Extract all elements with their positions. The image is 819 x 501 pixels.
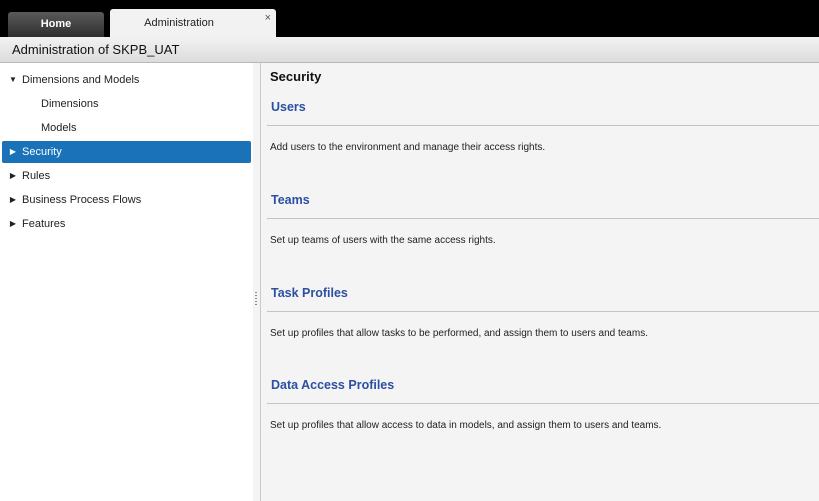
divider	[267, 218, 819, 219]
sidebar-item-label: Features	[22, 218, 66, 230]
divider	[267, 311, 819, 312]
divider	[267, 403, 819, 404]
tab-administration[interactable]: Administration ×	[110, 9, 276, 37]
sidebar-item-dimensions[interactable]: Dimensions	[2, 93, 251, 115]
collapsed-arrow-icon[interactable]: ▶	[8, 213, 18, 235]
users-description: Add users to the environment and manage …	[270, 142, 546, 153]
close-icon[interactable]: ×	[265, 10, 271, 26]
teams-link[interactable]: Teams	[271, 193, 310, 207]
sidebar-item-label: Rules	[22, 170, 51, 182]
sidebar-item-label: Dimensions and Models	[22, 74, 140, 86]
collapsed-arrow-icon[interactable]: ▶	[8, 141, 18, 163]
sidebar-item-label: Models	[41, 122, 77, 134]
page-header-title: Administration of SKPB_UAT	[12, 42, 180, 57]
sidebar: ▼ Dimensions and Models Dimensions Model…	[0, 63, 254, 501]
sidebar-item-label: Dimensions	[41, 98, 99, 110]
collapsed-arrow-icon[interactable]: ▶	[8, 165, 18, 187]
sidebar-item-models[interactable]: Models	[2, 117, 251, 139]
grip-icon[interactable]	[255, 292, 257, 306]
data-access-profiles-description: Set up profiles that allow access to dat…	[270, 420, 662, 431]
users-link[interactable]: Users	[271, 100, 306, 114]
panel-splitter[interactable]	[253, 63, 261, 501]
page-title: Security	[270, 69, 322, 84]
sidebar-item-rules[interactable]: ▶ Rules	[2, 165, 251, 187]
tab-home[interactable]: Home	[8, 12, 104, 37]
data-access-profiles-link[interactable]: Data Access Profiles	[271, 378, 394, 392]
divider	[267, 125, 819, 126]
top-tab-bar: Home Administration ×	[0, 0, 819, 37]
task-profiles-link[interactable]: Task Profiles	[271, 286, 348, 300]
sidebar-item-business-process-flows[interactable]: ▶ Business Process Flows	[2, 189, 251, 211]
sidebar-item-security[interactable]: ▶ Security	[2, 141, 251, 163]
sidebar-item-label: Security	[22, 146, 62, 158]
task-profiles-description: Set up profiles that allow tasks to be p…	[270, 328, 648, 339]
title-bar: Administration of SKPB_UAT	[0, 37, 819, 63]
collapsed-arrow-icon[interactable]: ▶	[8, 189, 18, 211]
sidebar-item-features[interactable]: ▶ Features	[2, 213, 251, 235]
sidebar-item-label: Business Process Flows	[22, 194, 142, 206]
teams-description: Set up teams of users with the same acce…	[270, 235, 496, 246]
expanded-arrow-icon[interactable]: ▼	[8, 69, 18, 91]
main-content: Security Users Add users to the environm…	[261, 63, 819, 501]
tab-administration-label: Administration	[144, 17, 214, 29]
sidebar-item-dimensions-and-models[interactable]: ▼ Dimensions and Models	[2, 69, 251, 91]
